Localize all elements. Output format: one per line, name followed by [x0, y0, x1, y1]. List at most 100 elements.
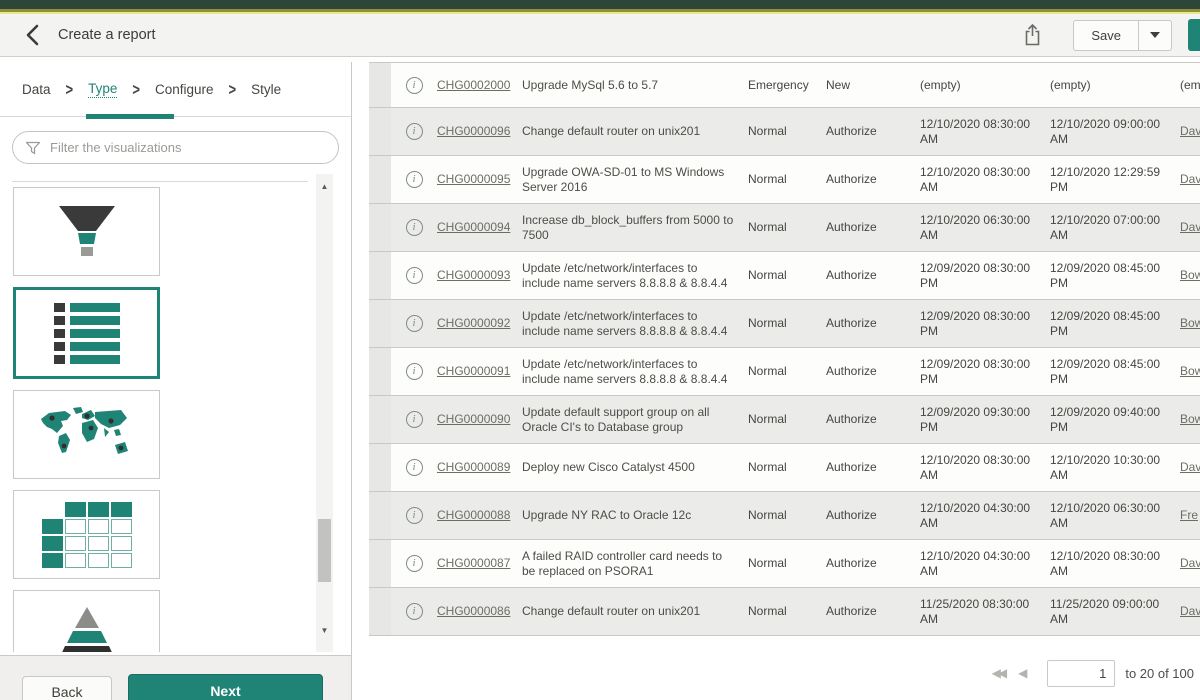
pivot-table-icon [42, 502, 132, 568]
table-row: i CHG0000088 Upgrade NY RAC to Oracle 12… [369, 492, 1200, 540]
table-row: i CHG0000087 A failed RAID controller ca… [369, 540, 1200, 588]
assigned-to-cell[interactable]: Dav [1180, 220, 1200, 235]
state-cell: Authorize [826, 588, 920, 635]
row-gutter [369, 252, 391, 299]
assigned-to-cell[interactable]: Dav [1180, 124, 1200, 139]
priority-cell: Normal [748, 348, 826, 395]
assigned-to-cell[interactable]: Bow [1180, 412, 1200, 427]
save-dropdown-button[interactable] [1139, 20, 1172, 51]
record-number-link[interactable]: CHG0000091 [437, 364, 510, 379]
viz-thumbnail-list[interactable] [13, 287, 160, 379]
record-number-link[interactable]: CHG0000086 [437, 604, 510, 619]
info-icon[interactable]: i [406, 219, 423, 236]
info-icon[interactable]: i [406, 123, 423, 140]
start-date-cell: 12/10/2020 08:30:00 AM [920, 108, 1050, 155]
record-number-link[interactable]: CHG0000094 [437, 220, 510, 235]
info-icon[interactable]: i [406, 507, 423, 524]
info-icon[interactable]: i [406, 171, 423, 188]
back-button[interactable]: Back [22, 676, 112, 700]
info-icon[interactable]: i [406, 411, 423, 428]
info-icon[interactable]: i [406, 603, 423, 620]
priority-cell: Emergency [748, 63, 826, 107]
scrollbar-thumb[interactable] [318, 519, 331, 582]
viz-thumbnail-world-map[interactable] [13, 390, 160, 479]
end-date-cell: 12/10/2020 10:30:00 AM [1050, 444, 1180, 491]
record-number-link[interactable]: CHG0002000 [437, 78, 510, 93]
info-icon[interactable]: i [406, 459, 423, 476]
record-number-link[interactable]: CHG0000096 [437, 124, 510, 139]
info-icon[interactable]: i [406, 315, 423, 332]
start-date-cell: 12/10/2020 04:30:00 AM [920, 492, 1050, 539]
viz-thumbnail-pyramid-chart[interactable] [13, 590, 160, 652]
assigned-to-cell[interactable]: Dav [1180, 556, 1200, 571]
page-number-input[interactable] [1047, 660, 1115, 687]
end-date-cell: 12/09/2020 08:45:00 PM [1050, 300, 1180, 347]
assigned-to-cell[interactable]: Dav [1180, 172, 1200, 187]
state-cell: Authorize [826, 108, 920, 155]
record-number-link[interactable]: CHG0000092 [437, 316, 510, 331]
first-page-icon[interactable]: ◀◀ [992, 666, 1004, 680]
state-cell: Authorize [826, 252, 920, 299]
end-date-cell: (empty) [1050, 63, 1180, 107]
breadcrumb-step-style[interactable]: Style [251, 82, 281, 97]
table-pagination: ◀◀ ◀ to 20 of 100 [369, 656, 1200, 690]
info-icon[interactable]: i [406, 77, 423, 94]
short-description-cell: Upgrade MySql 5.6 to 5.7 [522, 63, 748, 107]
end-date-cell: 12/10/2020 08:30:00 AM [1050, 540, 1180, 587]
short-description-cell: A failed RAID controller card needs to b… [522, 540, 748, 587]
record-number-link[interactable]: CHG0000090 [437, 412, 510, 427]
table-row: i CHG0000094 Increase db_block_buffers f… [369, 204, 1200, 252]
record-number-link[interactable]: CHG0000087 [437, 556, 510, 571]
viz-thumbnail-pivot-table[interactable] [13, 490, 160, 579]
state-cell: Authorize [826, 396, 920, 443]
short-description-cell: Update /etc/network/interfaces to includ… [522, 348, 748, 395]
back-chevron-icon[interactable] [20, 23, 44, 47]
app-header: Create a report Save [0, 14, 1200, 57]
world-map-icon [35, 405, 139, 465]
start-date-cell: 12/09/2020 08:30:00 PM [920, 300, 1050, 347]
edge-teal-button-partial[interactable] [1188, 19, 1200, 51]
priority-cell: Normal [748, 108, 826, 155]
info-icon[interactable]: i [406, 555, 423, 572]
report-table-body: i CHG0002000 Upgrade MySql 5.6 to 5.7 Em… [369, 63, 1200, 636]
assigned-to-cell[interactable]: Dav [1180, 604, 1200, 619]
viz-thumbnail-funnel-chart[interactable] [13, 187, 160, 276]
record-number-link[interactable]: CHG0000088 [437, 508, 510, 523]
viz-list-scrollbar[interactable]: ▲ ▼ [316, 174, 333, 652]
record-number-link[interactable]: CHG0000093 [437, 268, 510, 283]
assigned-to-cell[interactable]: Bow [1180, 316, 1200, 331]
chevron-right-icon: > [66, 80, 74, 99]
start-date-cell: 12/09/2020 08:30:00 PM [920, 252, 1050, 299]
previous-page-icon[interactable]: ◀ [1018, 666, 1027, 680]
row-gutter [369, 156, 391, 203]
breadcrumb-step-data[interactable]: Data [22, 82, 51, 97]
share-icon[interactable] [1017, 20, 1047, 50]
info-icon[interactable]: i [406, 363, 423, 380]
priority-cell: Normal [748, 252, 826, 299]
end-date-cell: 12/09/2020 08:45:00 PM [1050, 252, 1180, 299]
record-number-link[interactable]: CHG0000095 [437, 172, 510, 187]
next-button[interactable]: Next [128, 674, 323, 700]
active-step-indicator [86, 114, 174, 119]
breadcrumb-step-type[interactable]: Type [88, 81, 117, 98]
short-description-cell: Change default router on unix201 [522, 108, 748, 155]
start-date-cell: 12/09/2020 09:30:00 PM [920, 396, 1050, 443]
assigned-to-cell[interactable]: Bow [1180, 364, 1200, 379]
assigned-to-cell[interactable]: Dav [1180, 460, 1200, 475]
scroll-up-icon[interactable]: ▲ [316, 178, 333, 194]
start-date-cell: 11/25/2020 08:30:00 AM [920, 588, 1050, 635]
breadcrumb-step-configure[interactable]: Configure [155, 82, 214, 97]
assigned-to-cell[interactable]: Fre [1180, 508, 1198, 523]
save-button[interactable]: Save [1073, 20, 1139, 51]
state-cell: Authorize [826, 492, 920, 539]
table-row: i CHG0000089 Deploy new Cisco Catalyst 4… [369, 444, 1200, 492]
assigned-to-cell[interactable]: Bow [1180, 268, 1200, 283]
short-description-cell: Update default support group on all Orac… [522, 396, 748, 443]
priority-cell: Normal [748, 300, 826, 347]
short-description-cell: Upgrade OWA-SD-01 to MS Windows Server 2… [522, 156, 748, 203]
info-icon[interactable]: i [406, 267, 423, 284]
record-number-link[interactable]: CHG0000089 [437, 460, 510, 475]
list-divider [12, 181, 308, 182]
scroll-down-icon[interactable]: ▼ [316, 622, 333, 638]
visualization-filter-input[interactable] [50, 140, 326, 155]
